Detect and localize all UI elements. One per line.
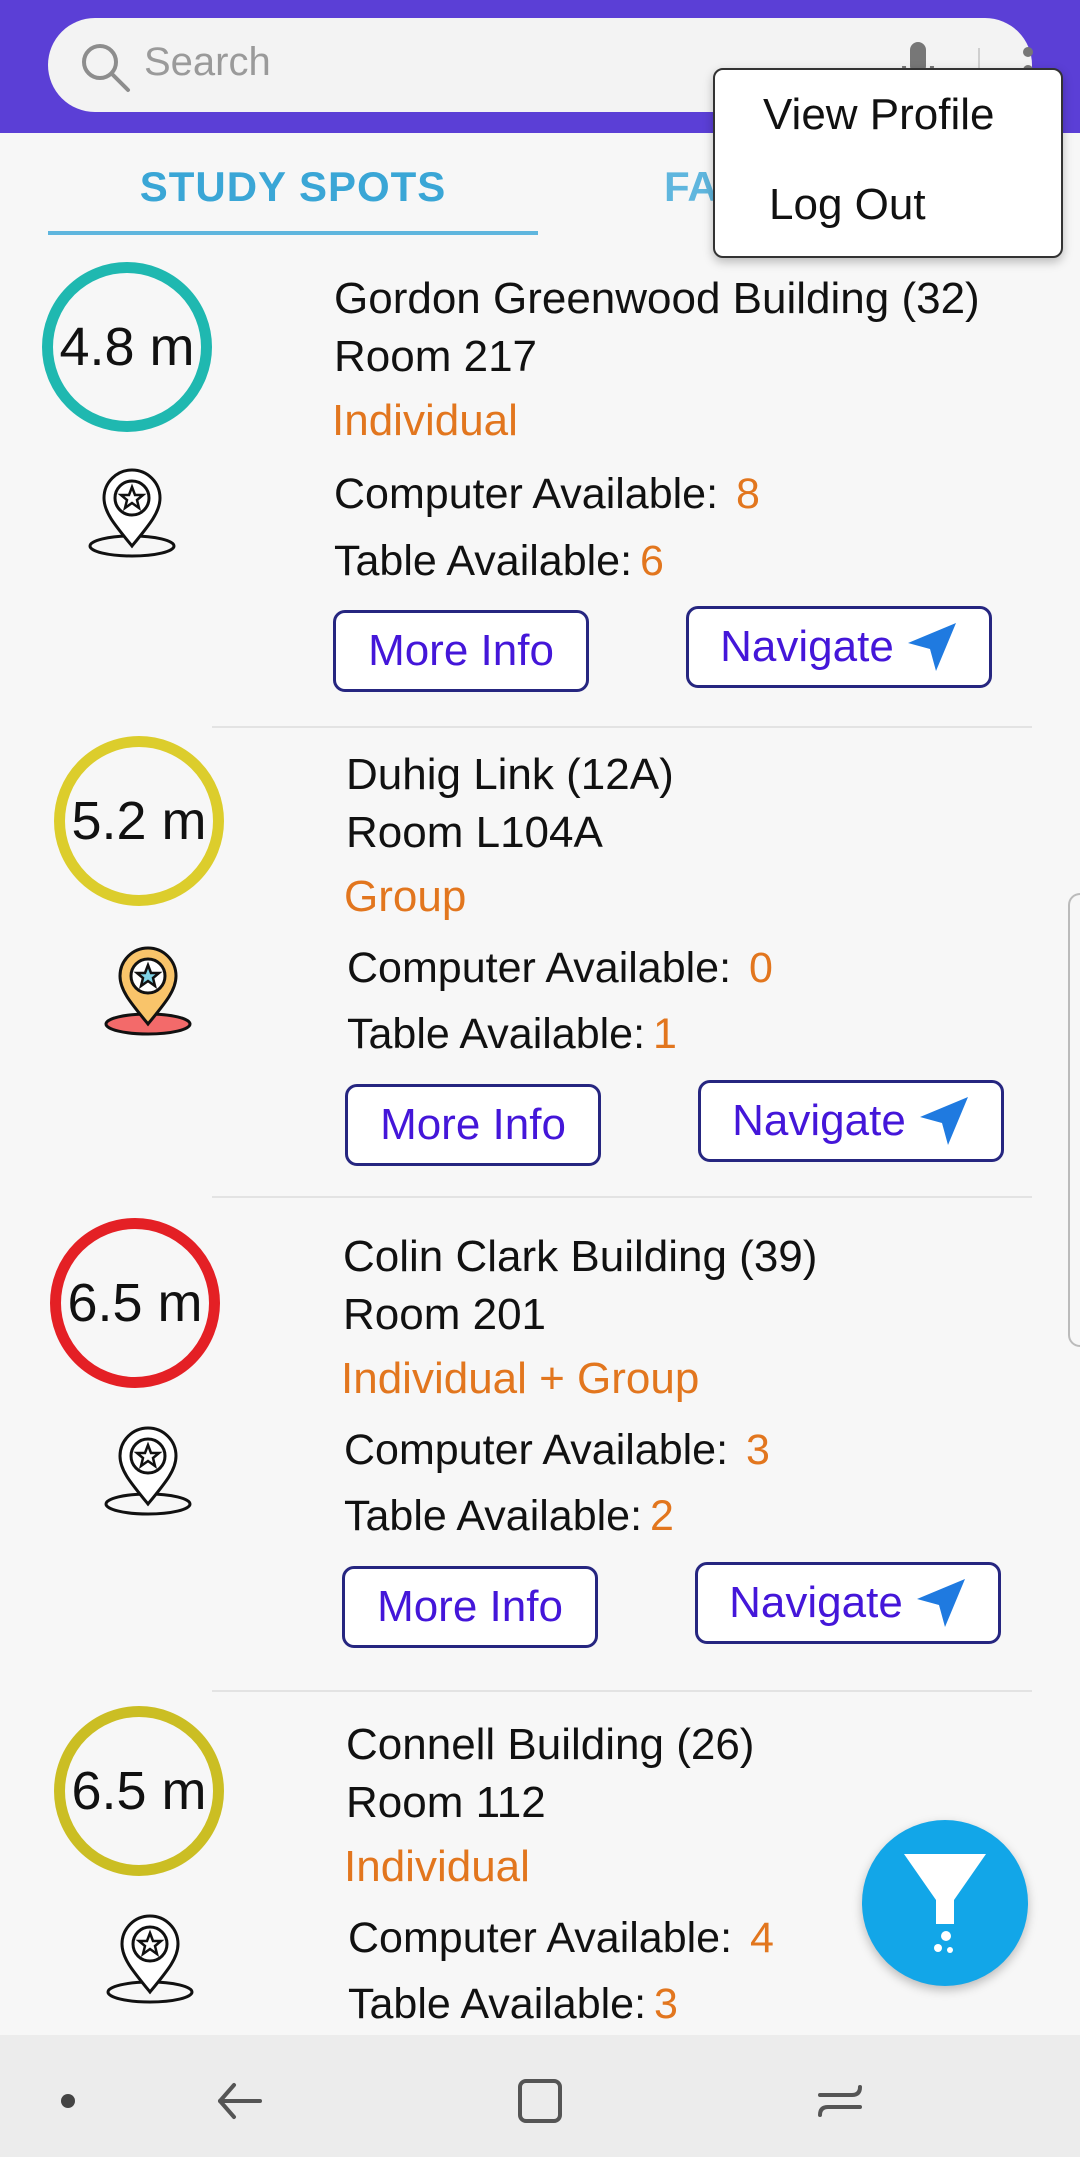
building-name: Duhig Link (12A) [346, 750, 674, 799]
map-pin-star-outline-icon [104, 1426, 192, 1516]
spot-type: Group [344, 872, 467, 921]
navigate-label: Navigate [732, 1096, 906, 1145]
table-label: Table Available: [344, 1492, 643, 1540]
computer-label: Computer Available: [347, 944, 732, 992]
distance-ring: 5.2 m [54, 736, 224, 906]
computer-count: 8 [736, 470, 760, 518]
room-name: Room 201 [343, 1290, 547, 1339]
recents-icon[interactable] [512, 2073, 568, 2129]
computer-count: 0 [749, 944, 773, 992]
table-label: Table Available: [347, 1010, 646, 1058]
active-tab-indicator [48, 231, 538, 235]
more-info-label: More Info [368, 626, 554, 675]
more-info-label: More Info [377, 1582, 563, 1631]
divider [212, 1690, 1032, 1692]
navigate-label: Navigate [729, 1578, 903, 1627]
spot-type: Individual + Group [341, 1354, 700, 1403]
distance-label: 6.5 m [67, 1273, 203, 1333]
map-pin-star-outline-icon [88, 468, 176, 558]
navigation-arrow-icon [916, 1579, 965, 1627]
more-info-button[interactable]: More Info [333, 610, 589, 692]
computer-availability: Computer Available: 4 [348, 1914, 774, 1963]
computer-label: Computer Available: [348, 1914, 733, 1962]
map-pin-star-colored-icon [104, 946, 192, 1036]
overflow-menu: View Profile Log Out [713, 68, 1063, 258]
distance-label: 4.8 m [59, 317, 195, 377]
table-count: 6 [640, 537, 664, 585]
navigate-label: Navigate [720, 622, 894, 671]
spot-type: Individual [332, 396, 518, 445]
menu-icon[interactable] [812, 2073, 868, 2129]
building-name: Connell Building (26) [346, 1720, 755, 1769]
more-info-button[interactable]: More Info [345, 1084, 601, 1166]
more-info-button[interactable]: More Info [342, 1566, 598, 1648]
navigation-arrow-icon [907, 623, 956, 671]
dot-icon [61, 2094, 75, 2108]
table-count: 1 [653, 1010, 677, 1058]
table-availability: Table Available: 1 [347, 1010, 677, 1059]
computer-count: 3 [746, 1426, 770, 1474]
navigate-button[interactable]: Navigate [695, 1562, 1001, 1644]
computer-availability: Computer Available: 3 [344, 1426, 770, 1475]
spot-card: 6.5 m Colin Clark Building (39) Room 201… [0, 1212, 1080, 1692]
divider [212, 1196, 1032, 1198]
navigate-button[interactable]: Navigate [686, 606, 992, 688]
room-name: Room 112 [346, 1778, 546, 1827]
filter-button[interactable] [862, 1820, 1028, 1986]
filter-icon [904, 1854, 986, 1953]
computer-count: 4 [750, 1914, 774, 1962]
table-count: 2 [650, 1492, 674, 1540]
spot-type: Individual [344, 1842, 530, 1891]
spot-card: 5.2 m Duhig Link (12A) Room L104A Group … [0, 730, 1080, 1210]
search-input[interactable]: Search [144, 40, 271, 85]
table-availability: Table Available: 3 [348, 1980, 678, 2029]
table-count: 3 [654, 1980, 678, 2028]
divider [212, 726, 1032, 728]
distance-ring: 4.8 m [42, 262, 212, 432]
building-name: Gordon Greenwood Building (32) [334, 274, 980, 323]
building-name: Colin Clark Building (39) [343, 1232, 818, 1281]
more-info-label: More Info [380, 1100, 566, 1149]
scrollbar[interactable] [1068, 893, 1080, 1347]
tab-favourites[interactable]: FA [664, 163, 718, 211]
menu-item-log-out[interactable]: Log Out [769, 180, 926, 230]
navigation-arrow-icon [919, 1097, 968, 1145]
computer-availability: Computer Available: 0 [347, 944, 773, 993]
room-name: Room L104A [346, 808, 603, 857]
table-label: Table Available: [348, 1980, 647, 2028]
distance-ring: 6.5 m [50, 1218, 220, 1388]
table-label: Table Available: [334, 537, 633, 585]
computer-label: Computer Available: [344, 1426, 729, 1474]
navigate-button[interactable]: Navigate [698, 1080, 1004, 1162]
menu-item-view-profile[interactable]: View Profile [763, 90, 995, 140]
spot-card: 4.8 m Gordon Greenwood Building (32) Roo… [0, 250, 1080, 730]
distance-label: 5.2 m [71, 791, 207, 851]
map-pin-star-outline-icon [106, 1914, 194, 2004]
back-icon[interactable] [212, 2073, 268, 2129]
distance-ring: 6.5 m [54, 1706, 224, 1876]
table-availability: Table Available: 2 [344, 1492, 674, 1541]
search-icon [82, 44, 130, 92]
system-nav-bar [0, 2035, 1080, 2157]
computer-label: Computer Available: [334, 470, 719, 518]
tab-study-spots[interactable]: STUDY SPOTS [48, 163, 538, 211]
table-availability: Table Available: 6 [334, 537, 664, 586]
distance-label: 6.5 m [71, 1761, 207, 1821]
room-name: Room 217 [334, 332, 538, 381]
computer-availability: Computer Available: 8 [334, 470, 760, 519]
